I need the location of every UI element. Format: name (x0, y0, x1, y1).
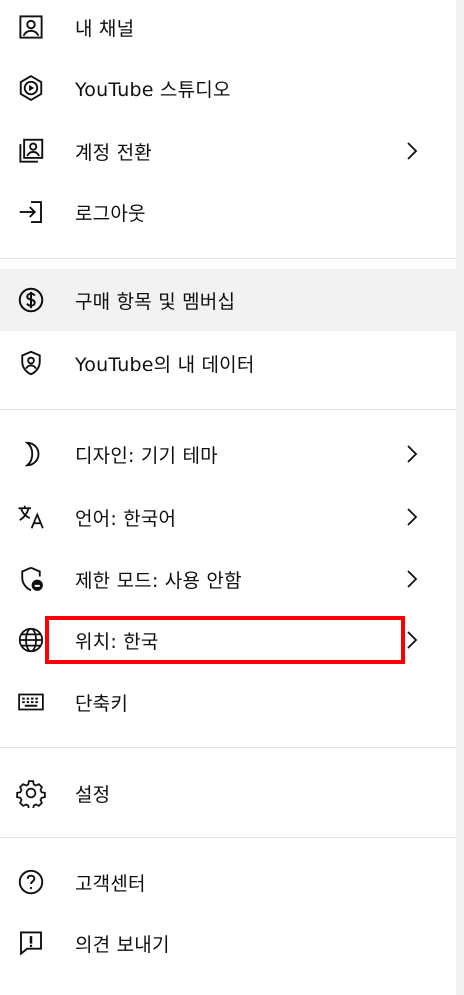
chevron-right-icon (402, 140, 422, 162)
menu-item-youtube-studio[interactable]: YouTube 스튜디오 (0, 57, 456, 119)
keyboard-icon (14, 685, 48, 719)
crescent-moon-icon (14, 437, 48, 471)
menu-item-label: 의견 보내기 (75, 933, 170, 956)
feedback-icon (14, 926, 48, 960)
menu-item-restricted-mode[interactable]: 제한 모드: 사용 안함 (0, 548, 456, 610)
menu-item-label: 설정 (75, 783, 111, 806)
menu-item-label: YouTube의 내 데이터 (75, 353, 255, 376)
menu-item-settings[interactable]: 설정 (0, 762, 456, 824)
help-circle-icon (14, 865, 48, 899)
studio-hexagon-icon (14, 71, 48, 105)
chevron-right-icon (402, 506, 422, 528)
shield-person-icon (14, 346, 48, 380)
restricted-shield-icon (14, 562, 48, 596)
menu-item-label: 내 채널 (75, 17, 135, 40)
menu-item-label: 구매 항목 및 멤버십 (75, 290, 236, 313)
menu-item-your-data[interactable]: YouTube의 내 데이터 (0, 332, 456, 394)
menu-item-label: YouTube 스튜디오 (75, 78, 231, 101)
menu-item-label: 단축키 (75, 692, 129, 715)
divider (0, 747, 456, 748)
divider (0, 409, 456, 410)
menu-item-label: 디자인: 기기 테마 (75, 444, 218, 467)
menu-item-label: 로그아웃 (75, 202, 146, 225)
translate-icon (14, 500, 48, 534)
divider (0, 837, 456, 838)
chevron-right-icon (402, 629, 422, 651)
menu-item-appearance[interactable]: 디자인: 기기 테마 (0, 423, 456, 485)
dollar-circle-icon (14, 283, 48, 317)
menu-item-language[interactable]: 언어: 한국어 (0, 486, 456, 548)
menu-item-label: 위치: 한국 (75, 630, 159, 653)
switch-account-icon (14, 134, 48, 168)
menu-item-label: 제한 모드: 사용 안함 (75, 569, 242, 592)
chevron-right-icon (402, 443, 422, 465)
divider (0, 258, 456, 259)
menu-item-my-channel[interactable]: 내 채널 (0, 0, 456, 58)
globe-icon (14, 623, 48, 657)
menu-item-label: 계정 전환 (75, 141, 152, 164)
menu-item-keyboard-shortcuts[interactable]: 단축키 (0, 671, 456, 733)
account-menu: 내 채널 YouTube 스튜디오 계정 전환 로그아웃 구매 항목 및 멤버십… (0, 0, 456, 990)
menu-item-help[interactable]: 고객센터 (0, 851, 456, 913)
person-box-icon (14, 10, 48, 44)
menu-item-label: 언어: 한국어 (75, 507, 177, 530)
scrollbar-gutter[interactable] (456, 0, 464, 995)
menu-item-switch-account[interactable]: 계정 전환 (0, 120, 456, 182)
menu-item-location[interactable]: 위치: 한국 (0, 609, 456, 671)
menu-item-sign-out[interactable]: 로그아웃 (0, 181, 456, 243)
menu-item-purchases-memberships[interactable]: 구매 항목 및 멤버십 (0, 269, 456, 331)
sign-out-icon (14, 195, 48, 229)
gear-icon (14, 776, 48, 810)
chevron-right-icon (402, 568, 422, 590)
menu-item-send-feedback[interactable]: 의견 보내기 (0, 912, 456, 974)
menu-item-label: 고객센터 (75, 872, 146, 895)
